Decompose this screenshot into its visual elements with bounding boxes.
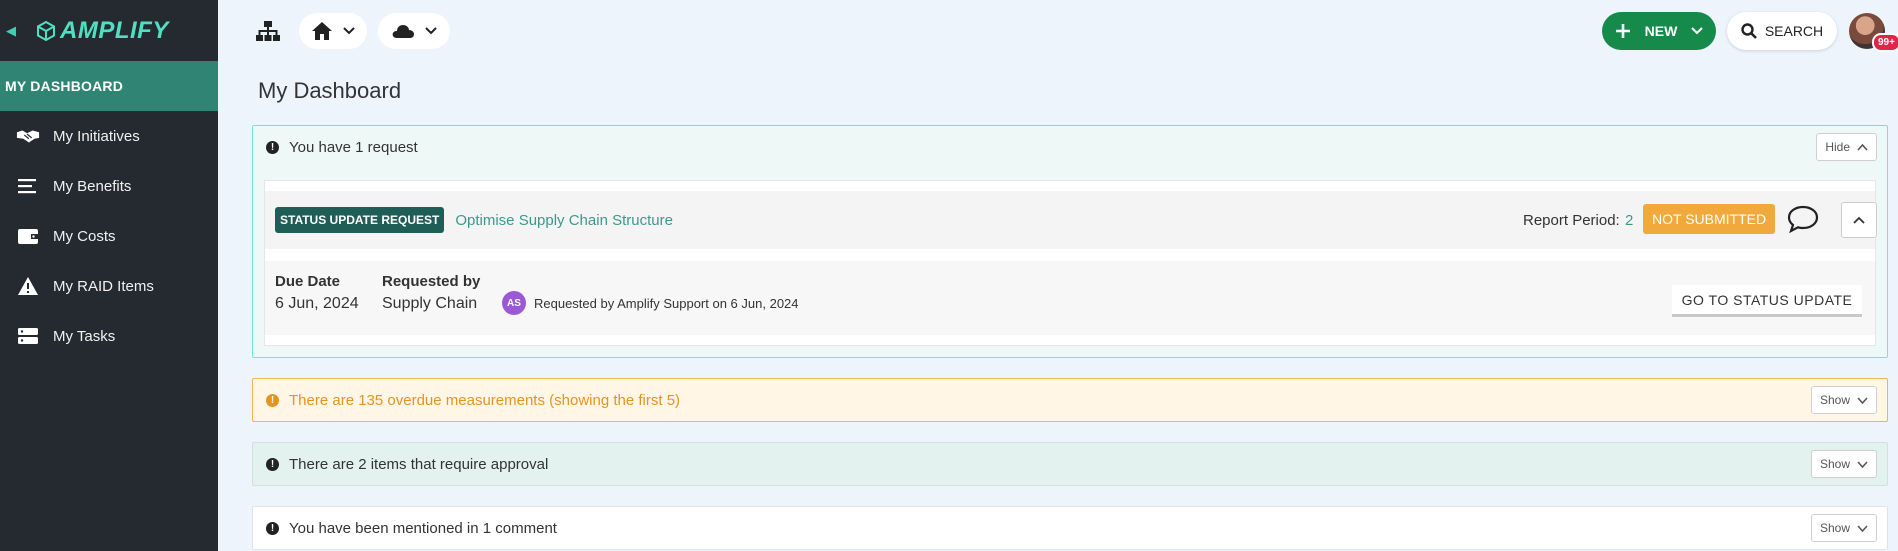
- hide-requests-button[interactable]: Hide: [1816, 133, 1877, 161]
- cloud-icon: [392, 25, 414, 38]
- initiative-link[interactable]: Optimise Supply Chain Structure: [455, 212, 673, 229]
- overdue-panel-header: ! There are 135 overdue measurements (sh…: [253, 379, 1887, 421]
- sidebar-item-label: My Benefits: [53, 177, 132, 195]
- server-stack-icon: [16, 326, 40, 346]
- approvals-panel-header: ! There are 2 items that require approva…: [253, 443, 1887, 485]
- chevron-down-icon: [1857, 460, 1868, 468]
- cloud-menu-button[interactable]: [378, 13, 450, 49]
- sidebar-header-my-dashboard[interactable]: MY DASHBOARD: [0, 61, 218, 111]
- search-icon: [1741, 23, 1757, 39]
- mentions-message: You have been mentioned in 1 comment: [289, 519, 557, 537]
- approvals-message: There are 2 items that require approval: [289, 455, 549, 473]
- new-button-label: NEW: [1644, 23, 1678, 39]
- status-request-card-header: STATUS UPDATE REQUEST Optimise Supply Ch…: [265, 191, 1877, 249]
- sidebar-item-costs[interactable]: My Costs: [0, 211, 218, 261]
- sidebar-item-label: My Initiatives: [53, 127, 140, 145]
- plus-icon: [1615, 24, 1630, 38]
- exclamation-icon: !: [266, 521, 279, 535]
- exclamation-icon: !: [266, 393, 279, 407]
- collapse-card-button[interactable]: [1841, 202, 1877, 238]
- sidebar-item-initiatives[interactable]: My Initiatives: [0, 111, 218, 161]
- search-button-label: SEARCH: [1764, 23, 1824, 39]
- chevron-down-icon: [425, 27, 437, 35]
- requests-message: You have 1 request: [289, 138, 418, 156]
- list-lines-icon: [16, 176, 40, 196]
- sidebar-item-label: My Tasks: [53, 327, 116, 345]
- request-type-tag: STATUS UPDATE REQUEST: [275, 207, 445, 233]
- exclamation-icon: !: [266, 140, 279, 154]
- requests-panel-header: ! You have 1 request Hide: [253, 126, 1887, 168]
- collapse-sidebar-icon[interactable]: ◀: [6, 23, 16, 39]
- sidebar-item-label: My RAID Items: [53, 277, 154, 295]
- due-date-label: Due Date: [275, 273, 341, 290]
- chevron-down-icon: [1691, 27, 1704, 35]
- requested-by-label: Requested by: [382, 273, 481, 290]
- requested-by-value: Supply Chain: [382, 295, 478, 312]
- handshake-icon: [16, 126, 40, 146]
- brand-name[interactable]: AMPLIFY: [60, 17, 169, 45]
- status-request-card: STATUS UPDATE REQUEST Optimise Supply Ch…: [264, 180, 1877, 346]
- page-title: My Dashboard: [258, 78, 402, 103]
- toggle-label: Show: [1819, 521, 1850, 535]
- approvals-panel: ! There are 2 items that require approva…: [252, 442, 1888, 486]
- toggle-label: Hide: [1825, 140, 1850, 154]
- comment-icon[interactable]: [1787, 205, 1819, 233]
- chevron-up-icon: [1857, 143, 1868, 151]
- org-chart-icon: [256, 21, 280, 41]
- show-overdue-button[interactable]: Show: [1810, 386, 1877, 414]
- sidebar-item-label: My Costs: [53, 227, 116, 245]
- chevron-down-icon: [1857, 524, 1868, 532]
- cube-logo-icon: [37, 20, 55, 41]
- due-date-value: 6 Jun, 2024: [275, 295, 359, 312]
- chevron-down-icon: [343, 27, 355, 35]
- overdue-message: There are 135 overdue measurements (show…: [289, 391, 681, 409]
- wallet-icon: [16, 226, 40, 246]
- sidebar-item-tasks[interactable]: My Tasks: [0, 311, 218, 361]
- mentions-panel: ! You have been mentioned in 1 comment S…: [252, 506, 1888, 550]
- notification-count-badge[interactable]: 99+: [1872, 33, 1898, 52]
- warning-icon: [16, 276, 40, 296]
- sidebar-item-benefits[interactable]: My Benefits: [0, 161, 218, 211]
- requested-note: Requested by Amplify Support on 6 Jun, 2…: [534, 296, 799, 311]
- mentions-panel-header: ! You have been mentioned in 1 comment S…: [253, 507, 1887, 549]
- chevron-up-icon: [1853, 216, 1865, 224]
- report-period-value: 2: [1625, 212, 1634, 229]
- status-request-card-body: Due Date 6 Jun, 2024 Requested by Supply…: [265, 261, 1875, 335]
- requester-avatar: AS: [502, 291, 526, 315]
- go-to-status-update-button[interactable]: GO TO STATUS UPDATE: [1672, 285, 1862, 317]
- home-menu-button[interactable]: [299, 13, 367, 49]
- home-icon: [312, 22, 332, 40]
- new-button[interactable]: NEW: [1602, 12, 1716, 50]
- show-approvals-button[interactable]: Show: [1810, 450, 1877, 478]
- search-button[interactable]: SEARCH: [1727, 12, 1837, 50]
- brand: ◀ AMPLIFY: [0, 0, 218, 61]
- show-mentions-button[interactable]: Show: [1810, 514, 1877, 542]
- toggle-label: Show: [1819, 457, 1850, 471]
- sidebar-item-raid[interactable]: My RAID Items: [0, 261, 218, 311]
- toggle-label: Show: [1819, 393, 1850, 407]
- requests-panel: ! You have 1 request Hide STATUS UPDATE …: [252, 125, 1888, 358]
- exclamation-icon: !: [266, 457, 279, 471]
- overdue-measurements-panel: ! There are 135 overdue measurements (sh…: [252, 378, 1888, 422]
- report-period-label: Report Period:: [1523, 212, 1620, 229]
- sidebar: ◀ AMPLIFY MY DASHBOARD My Initiatives My…: [0, 0, 218, 551]
- org-chart-button[interactable]: [248, 13, 288, 49]
- status-badge: NOT SUBMITTED: [1643, 204, 1776, 234]
- chevron-down-icon: [1857, 396, 1868, 404]
